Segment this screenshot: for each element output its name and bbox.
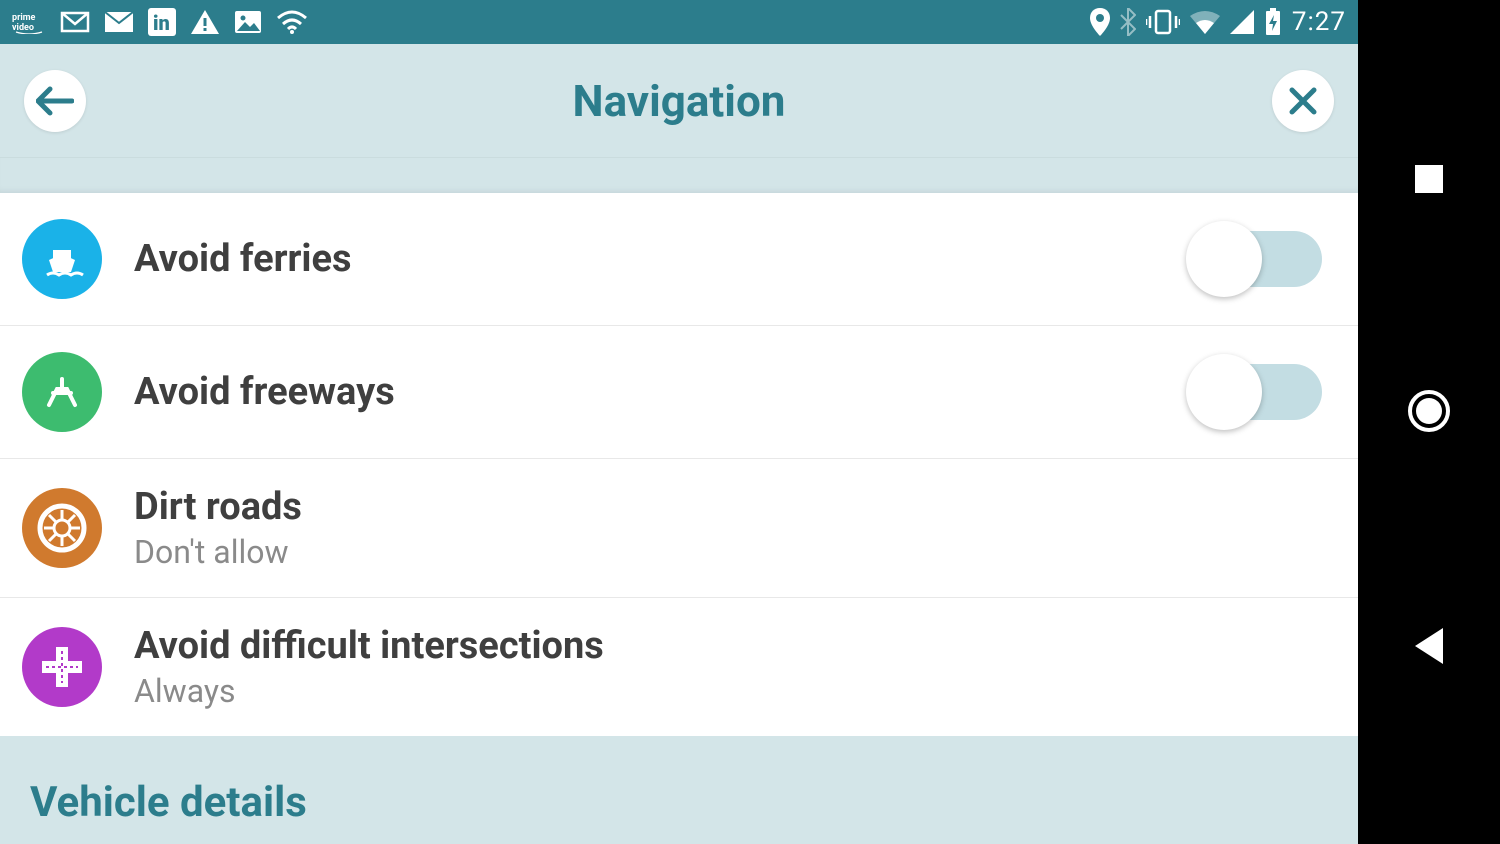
nav-back-button[interactable] xyxy=(1415,628,1443,664)
row-avoid-intersections[interactable]: Avoid difficult intersections Always xyxy=(0,598,1358,736)
row-dirt-roads[interactable]: Dirt roads Don't allow xyxy=(0,459,1358,598)
section-header-vehicle: Vehicle details xyxy=(0,736,1358,844)
svg-text:prime: prime xyxy=(12,13,36,23)
page-header: Navigation xyxy=(0,44,1358,158)
wifi-signal-icon xyxy=(1190,10,1220,34)
nav-recent-button[interactable] xyxy=(1415,165,1443,193)
wheel-icon xyxy=(22,488,102,568)
row-title: Avoid freeways xyxy=(134,370,1190,414)
toggle-avoid-freeways[interactable] xyxy=(1190,364,1322,420)
location-icon xyxy=(1090,8,1110,36)
battery-charging-icon xyxy=(1264,8,1282,36)
linkedin-icon: in xyxy=(148,8,176,36)
row-avoid-freeways[interactable]: Avoid freeways xyxy=(0,326,1358,459)
wifi-icon xyxy=(276,10,308,34)
toggle-knob xyxy=(1186,354,1262,430)
svg-text:video: video xyxy=(12,23,34,33)
row-subtitle: Don't allow xyxy=(134,533,1336,571)
toggle-knob xyxy=(1186,221,1262,297)
close-button[interactable] xyxy=(1272,70,1334,132)
vibrate-icon xyxy=(1146,9,1180,35)
warning-icon xyxy=(190,9,220,35)
image-icon xyxy=(234,10,262,34)
prime-video-icon: primevideo xyxy=(12,10,46,34)
arrow-left-icon xyxy=(36,86,74,116)
cell-signal-icon xyxy=(1230,10,1254,34)
status-clock: 7:27 xyxy=(1292,7,1346,37)
close-icon xyxy=(1288,86,1318,116)
android-status-bar: primevideo in xyxy=(0,0,1358,44)
gmail-icon xyxy=(60,9,90,35)
row-title: Avoid ferries xyxy=(134,237,1190,281)
settings-scroll[interactable]: Avoid ferries Avoid freeways xyxy=(0,158,1358,844)
ferry-icon xyxy=(22,219,102,299)
list-top-spacer xyxy=(0,158,1358,193)
toggle-avoid-ferries[interactable] xyxy=(1190,231,1322,287)
nav-home-button[interactable] xyxy=(1408,390,1450,432)
row-title: Dirt roads xyxy=(134,485,1336,529)
row-subtitle: Always xyxy=(134,672,1336,710)
mail-icon xyxy=(104,11,134,33)
row-avoid-ferries[interactable]: Avoid ferries xyxy=(0,193,1358,326)
row-title: Avoid difficult intersections xyxy=(134,624,1336,668)
section-title: Vehicle details xyxy=(30,778,1328,827)
android-nav-bar xyxy=(1358,0,1500,844)
intersection-icon xyxy=(22,627,102,707)
freeway-icon xyxy=(22,352,102,432)
page-title: Navigation xyxy=(86,75,1272,127)
bluetooth-icon xyxy=(1120,8,1136,36)
svg-text:in: in xyxy=(153,11,170,35)
back-button[interactable] xyxy=(24,70,86,132)
